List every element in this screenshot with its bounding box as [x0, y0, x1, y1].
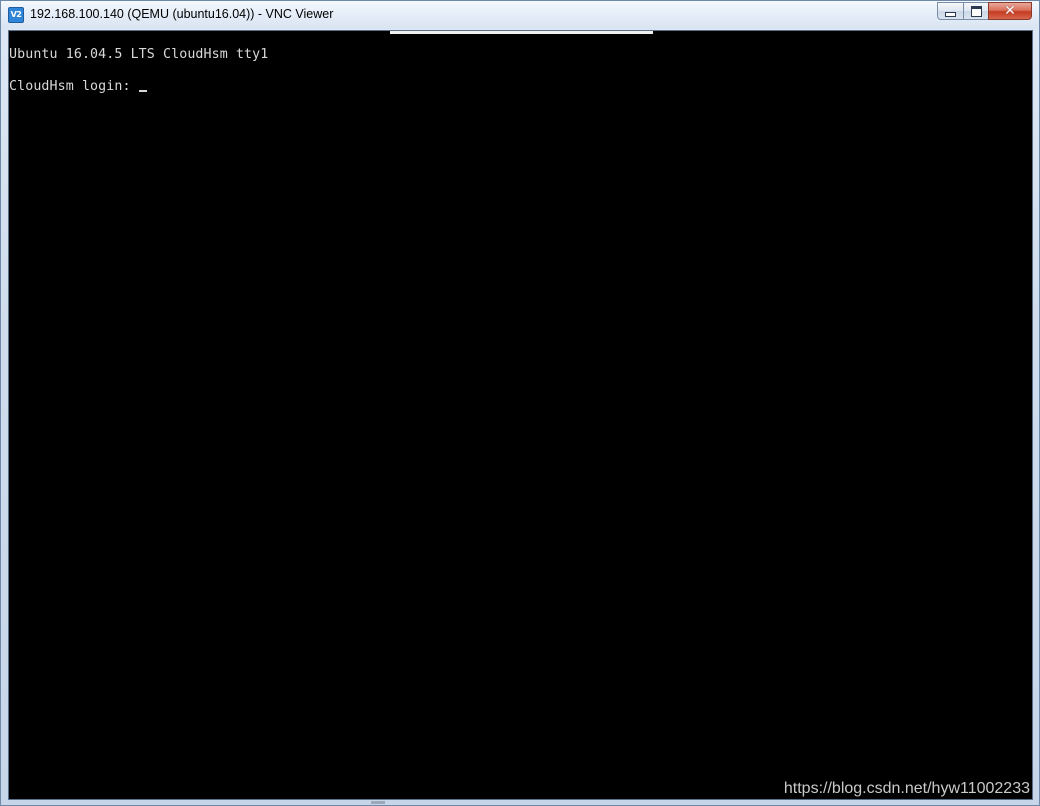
console-banner: Ubuntu 16.04.5 LTS CloudHsm tty1 [9, 47, 269, 62]
title-bar[interactable]: V2 192.168.100.140 (QEMU (ubuntu16.04)) … [1, 1, 1039, 29]
console-login-line[interactable]: CloudHsm login: [9, 79, 147, 94]
text-cursor [138, 90, 147, 92]
login-prompt: CloudHsm login: [9, 79, 131, 94]
toolbar-indicator-bar[interactable] [390, 31, 653, 34]
caption-buttons: ✕ [937, 2, 1032, 21]
vnc-viewer-icon[interactable]: V2 [8, 7, 24, 23]
window-title: 192.168.100.140 (QEMU (ubuntu16.04)) - V… [30, 7, 334, 21]
minimize-button[interactable] [937, 2, 964, 20]
vnc-viewer-window: V2 192.168.100.140 (QEMU (ubuntu16.04)) … [0, 0, 1040, 806]
maximize-button[interactable] [963, 2, 989, 20]
resize-grip[interactable] [371, 801, 385, 804]
remote-screen[interactable]: Ubuntu 16.04.5 LTS CloudHsm tty1 CloudHs… [8, 30, 1033, 800]
minimize-icon [945, 12, 956, 17]
close-icon: ✕ [1004, 3, 1016, 19]
restore-icon [970, 5, 982, 17]
close-button[interactable]: ✕ [988, 2, 1032, 20]
watermark: https://blog.csdn.net/hyw11002233 [783, 780, 1030, 797]
